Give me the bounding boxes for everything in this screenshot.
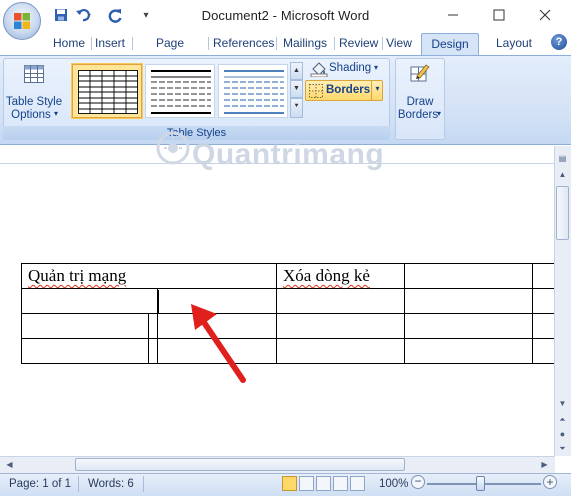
table-row — [21, 313, 563, 339]
table-cell[interactable] — [21, 288, 158, 314]
scroll-down-icon[interactable]: ▼ — [555, 396, 570, 411]
close-icon[interactable] — [522, 0, 568, 30]
tab-separator — [334, 37, 335, 50]
office-logo-icon — [14, 13, 30, 29]
help-icon[interactable]: ? — [551, 34, 567, 50]
table-cell[interactable]: Xóa dòng kẻ — [276, 263, 405, 289]
cell-text: Quản trị mạng — [28, 266, 127, 285]
zoom-slider-knob[interactable] — [476, 476, 485, 491]
draw-borders-label: Draw — [406, 96, 434, 108]
print-layout-icon[interactable] — [282, 476, 297, 491]
scroll-left-icon[interactable]: ◀ — [3, 458, 16, 471]
minimize-icon[interactable] — [430, 0, 476, 30]
dropdown-arrow-icon: ▾ — [374, 63, 379, 72]
table-cell[interactable] — [276, 313, 405, 339]
zoom-level[interactable]: 100% — [379, 478, 408, 490]
shading-button[interactable]: Shading ▾ — [308, 59, 388, 79]
gallery-up-icon[interactable]: ▲ — [290, 62, 303, 80]
zoom-out-icon[interactable]: − — [411, 475, 425, 489]
draw-borders-button[interactable]: Draw Borders ▾ — [398, 60, 442, 124]
table-grid-icon — [24, 65, 44, 83]
gallery-down-icon[interactable]: ▼ — [290, 80, 303, 98]
web-layout-icon[interactable] — [316, 476, 331, 491]
tab-layout[interactable]: Layout — [489, 34, 539, 54]
horizontal-scroll-thumb[interactable] — [75, 458, 405, 471]
tab-mailings[interactable]: Mailings — [280, 34, 330, 54]
draft-icon[interactable] — [350, 476, 365, 491]
column-divider — [148, 313, 149, 363]
table-cell[interactable] — [404, 313, 533, 339]
select-browse-object-icon[interactable]: ● — [555, 427, 570, 442]
pencil-table-icon — [410, 64, 430, 82]
tab-separator — [382, 37, 383, 50]
zoom-in-icon[interactable]: + — [543, 475, 557, 489]
scroll-right-icon[interactable]: ▶ — [538, 458, 551, 471]
gallery-more-icon[interactable]: ⯆ — [290, 98, 303, 118]
border-drag-cursor — [157, 290, 159, 313]
borders-icon — [309, 84, 323, 98]
watermark-logo-icon — [156, 130, 190, 168]
outline-icon[interactable] — [333, 476, 348, 491]
tab-separator — [276, 37, 277, 50]
table-style-options-label-2: Options — [11, 109, 51, 121]
table-cell[interactable] — [404, 338, 533, 364]
word-count[interactable]: Words: 6 — [88, 478, 134, 490]
status-separator — [78, 476, 79, 492]
maximize-icon[interactable] — [476, 0, 522, 30]
status-separator — [143, 476, 144, 492]
dropdown-arrow-icon: ▾ — [437, 109, 442, 118]
tab-review[interactable]: Review — [337, 34, 379, 54]
table-style-thumb-blue[interactable] — [218, 64, 288, 118]
tab-separator — [91, 37, 92, 50]
tab-separator — [132, 37, 133, 50]
table-row — [21, 288, 563, 314]
tab-separator — [208, 37, 209, 50]
table-row: Quản trị mạng Xóa dòng kẻ — [21, 263, 563, 289]
draw-borders-label-2: Borders — [397, 109, 439, 121]
table-style-options-label: Table Style — [5, 96, 63, 108]
vertical-scroll-thumb[interactable] — [556, 186, 569, 240]
tab-page-layout[interactable]: Page Layout — [136, 34, 204, 68]
tab-insert[interactable]: Insert — [93, 34, 127, 54]
tab-home[interactable]: Home — [50, 34, 88, 54]
table-cell[interactable] — [404, 263, 533, 289]
table-cell[interactable] — [404, 288, 533, 314]
tab-design[interactable]: Design — [421, 33, 479, 56]
office-button[interactable] — [3, 2, 41, 40]
table-cell[interactable] — [276, 288, 405, 314]
table-row — [21, 338, 563, 364]
shading-label: Shading — [329, 62, 372, 74]
dropdown-arrow-icon: ▾ — [54, 109, 59, 118]
table-cell[interactable] — [276, 338, 405, 364]
full-screen-reading-icon[interactable] — [299, 476, 314, 491]
table-cell[interactable] — [21, 313, 158, 339]
table-cell[interactable] — [21, 338, 158, 364]
ruler-toggle-icon[interactable]: ▤ — [555, 151, 570, 166]
cell-text: Xóa dòng kẻ — [283, 266, 370, 285]
table-style-thumb-dark[interactable] — [145, 64, 215, 118]
scroll-up-icon[interactable]: ▲ — [555, 167, 570, 182]
previous-page-icon[interactable]: ⏶ — [555, 412, 570, 427]
red-arrow-icon — [191, 304, 246, 383]
borders-label: Borders — [326, 84, 371, 96]
table-style-options-button[interactable]: Table Style Options ▾ — [6, 60, 62, 124]
borders-button[interactable]: Borders ▾ — [305, 80, 383, 101]
borders-dropdown-icon[interactable]: ▾ — [371, 80, 383, 100]
table-style-thumb-grid[interactable] — [71, 63, 143, 119]
watermark-text: Quantrimang — [192, 138, 385, 171]
document-table[interactable]: Quản trị mạng Xóa dòng kẻ — [21, 263, 563, 364]
tab-references[interactable]: References — [211, 34, 274, 54]
table-cell[interactable]: Quản trị mạng — [21, 263, 277, 289]
tab-view[interactable]: View — [384, 34, 414, 54]
next-page-icon[interactable]: ⏷ — [555, 441, 570, 456]
page-count[interactable]: Page: 1 of 1 — [9, 478, 71, 490]
paint-bucket-icon — [310, 62, 328, 77]
